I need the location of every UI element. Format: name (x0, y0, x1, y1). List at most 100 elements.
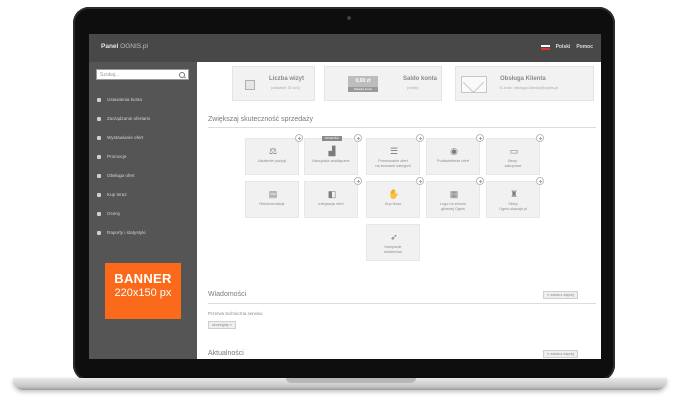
messages-show-all-button[interactable]: ⌕ zobacz więcej (543, 291, 578, 299)
brand-name: Panel (101, 43, 119, 50)
tile-analytics[interactable]: NOWOŚĆ ▟ Narzędzia analityczne (304, 134, 362, 175)
top-up-label: Doładuj konto (348, 87, 378, 92)
stat-balance-subtitle: (netto) (407, 85, 419, 90)
cart-icon (97, 135, 101, 140)
tile-buy-now[interactable]: ✋ Kup teraz (366, 177, 424, 218)
camera-icon (347, 16, 351, 20)
balance-badge[interactable]: 0,00 zł Doładuj konto (348, 76, 378, 92)
sidebar-item-label: Obsługa ofert (107, 173, 135, 178)
tile-label: Sklep Ognis.ukazuje.pl (498, 202, 528, 211)
search-input[interactable]: Szukaj... (96, 69, 189, 80)
visits-icon (245, 80, 255, 90)
megaphone-icon (97, 154, 101, 159)
top-bar: Panel OGNIS.pl Polski Pomoc (89, 34, 601, 62)
news-show-all-button[interactable]: ⌕ zobacz więcej (543, 350, 578, 358)
cart-arrow-icon (97, 192, 101, 197)
tag-icon (97, 173, 101, 178)
banner-title: BANNER (114, 271, 172, 286)
sidebar-item-promotions[interactable]: Promocje (89, 147, 197, 166)
tile-label: Kup teraz (384, 202, 402, 206)
plus-icon[interactable] (476, 177, 484, 185)
flag-icon (540, 44, 550, 50)
stat-visits[interactable]: Liczba wizyt (ostatnie 30 dni) (232, 66, 315, 101)
stat-support-email: E-mail: obsluga.klienta@ognis.pl (500, 85, 559, 90)
search-placeholder: Szukaj... (100, 72, 120, 78)
plus-icon[interactable] (536, 177, 544, 185)
gavel-icon: ⚖ (268, 146, 278, 156)
tile-positioning[interactable]: ⚖ Ustalenie pozycji (245, 134, 303, 175)
stat-visits-title: Liczba wizyt (269, 76, 305, 82)
plus-icon[interactable] (295, 134, 303, 142)
sidebar-item-list-items[interactable]: Wystawianie ofert (89, 128, 197, 147)
messages-divider (208, 303, 596, 304)
eye-icon: ◉ (450, 146, 458, 156)
tile-homepage-logo[interactable]: ▦ Logo na stronie głównej Ognis (426, 177, 484, 218)
laptop-notch (286, 378, 416, 383)
grid-icon: ▦ (449, 189, 459, 199)
ad-banner[interactable]: BANNER 220x150 px (105, 263, 181, 319)
plus-icon[interactable] (416, 134, 424, 142)
plus-icon[interactable] (354, 134, 362, 142)
top-right-menu: Polski Pomoc (540, 44, 593, 50)
brand-subtitle: OGNIS.pl (120, 43, 148, 50)
stat-support-title: Obsługa Klienta (500, 76, 546, 82)
message-item[interactable]: Przerwa techniczna serwisu (208, 311, 262, 316)
brand-logo[interactable]: Panel OGNIS.pl (101, 43, 148, 50)
news-show-all-label: zobacz więcej (550, 352, 574, 356)
screen: Panel OGNIS.pl Polski Pomoc Szukaj... Us… (89, 34, 601, 359)
sidebar-item-manage-listings[interactable]: Zarządzanie ofertami (89, 109, 197, 128)
plus-icon[interactable] (354, 177, 362, 185)
plus-icon[interactable] (416, 177, 424, 185)
tile-label: Logo na stronie głównej Ognis (439, 202, 467, 211)
tile-store[interactable]: ♜ Sklep Ognis.ukazuje.pl (486, 177, 544, 218)
sidebar-menu: Ustawienia konta Zarządzanie ofertami Wy… (89, 90, 197, 242)
tile-integration[interactable]: ◧ Integracja ofert (304, 177, 362, 218)
tile-recommendations[interactable]: ▤ Rekomendacje (245, 181, 299, 218)
sidebar: Szukaj... Ustawienia konta Zarządzanie o… (89, 62, 197, 359)
tile-safe-purchase[interactable]: ▭ Bezp. zakupowe (486, 134, 544, 175)
sidebar-item-reports[interactable]: Raporty i statystyki (89, 223, 197, 242)
tile-category-promo[interactable]: ☰ Promowanie ofert na stronach kategorii (366, 134, 424, 175)
message-details-button[interactable]: szczegóły » (208, 321, 236, 329)
shield-icon: ▭ (509, 146, 519, 156)
list-icon: ☰ (389, 146, 399, 156)
tile-label: Ustalenie pozycji (257, 159, 287, 163)
sidebar-item-account-settings[interactable]: Ustawienia konta (89, 90, 197, 109)
hand-icon: ✋ (388, 189, 400, 199)
search-icon[interactable] (179, 72, 185, 78)
language-selector[interactable]: Polski (556, 44, 571, 50)
tile-label: Promowanie ofert na stronach kategorii (375, 159, 411, 168)
sidebar-item-buy-now[interactable]: Kup teraz (89, 185, 197, 204)
rocket-icon: ➶ (390, 232, 398, 242)
tile-label: Kampanie reklamowe (383, 245, 403, 254)
sidebar-item-label: Promocje (107, 154, 127, 159)
wrench-icon (97, 116, 101, 121)
sidebar-item-offer-service[interactable]: Obsługa ofert (89, 166, 197, 185)
tile-highlight[interactable]: ◉ Podświetlenie ofert (426, 134, 484, 175)
tile-label: Rekomendacje (259, 202, 285, 206)
tile-label: Bezp. zakupowe (504, 159, 522, 168)
help-link[interactable]: Pomoc (576, 44, 593, 50)
plus-icon[interactable] (476, 134, 484, 142)
stat-balance[interactable]: 0,00 zł Doładuj konto Saldo konta (netto… (324, 66, 442, 101)
envelope-icon (461, 76, 487, 93)
tile-label: Integracja ofert (318, 202, 344, 206)
messages-title: Wiadomości (208, 291, 247, 298)
stat-balance-title: Saldo konta (403, 76, 438, 82)
tile-label: Narzędzia analityczne (312, 159, 350, 163)
sidebar-item-label: Zarządzanie ofertami (107, 116, 151, 121)
tile-ad-campaigns[interactable]: ➶ Kampanie reklamowe (366, 224, 420, 261)
sidebar-item-label: Wystawianie ofert (107, 135, 144, 140)
new-badge: NOWOŚĆ (322, 136, 342, 141)
home-icon (97, 97, 101, 102)
stat-support[interactable]: Obsługa Klienta E-mail: obsluga.klienta@… (455, 66, 594, 101)
banner-size: 220x150 px (114, 287, 172, 299)
chart-up-icon: ▟ (328, 146, 336, 156)
sales-section-title: Zwiększaj skuteczność sprzedaży (208, 116, 314, 123)
plus-icon[interactable] (536, 134, 544, 142)
puzzle-icon: ◧ (327, 189, 337, 199)
sidebar-item-label: Kup teraz (107, 192, 127, 197)
sidebar-item-ratings[interactable]: Oceny (89, 204, 197, 223)
bag-icon: ♜ (509, 189, 519, 199)
chart-icon (97, 230, 101, 235)
